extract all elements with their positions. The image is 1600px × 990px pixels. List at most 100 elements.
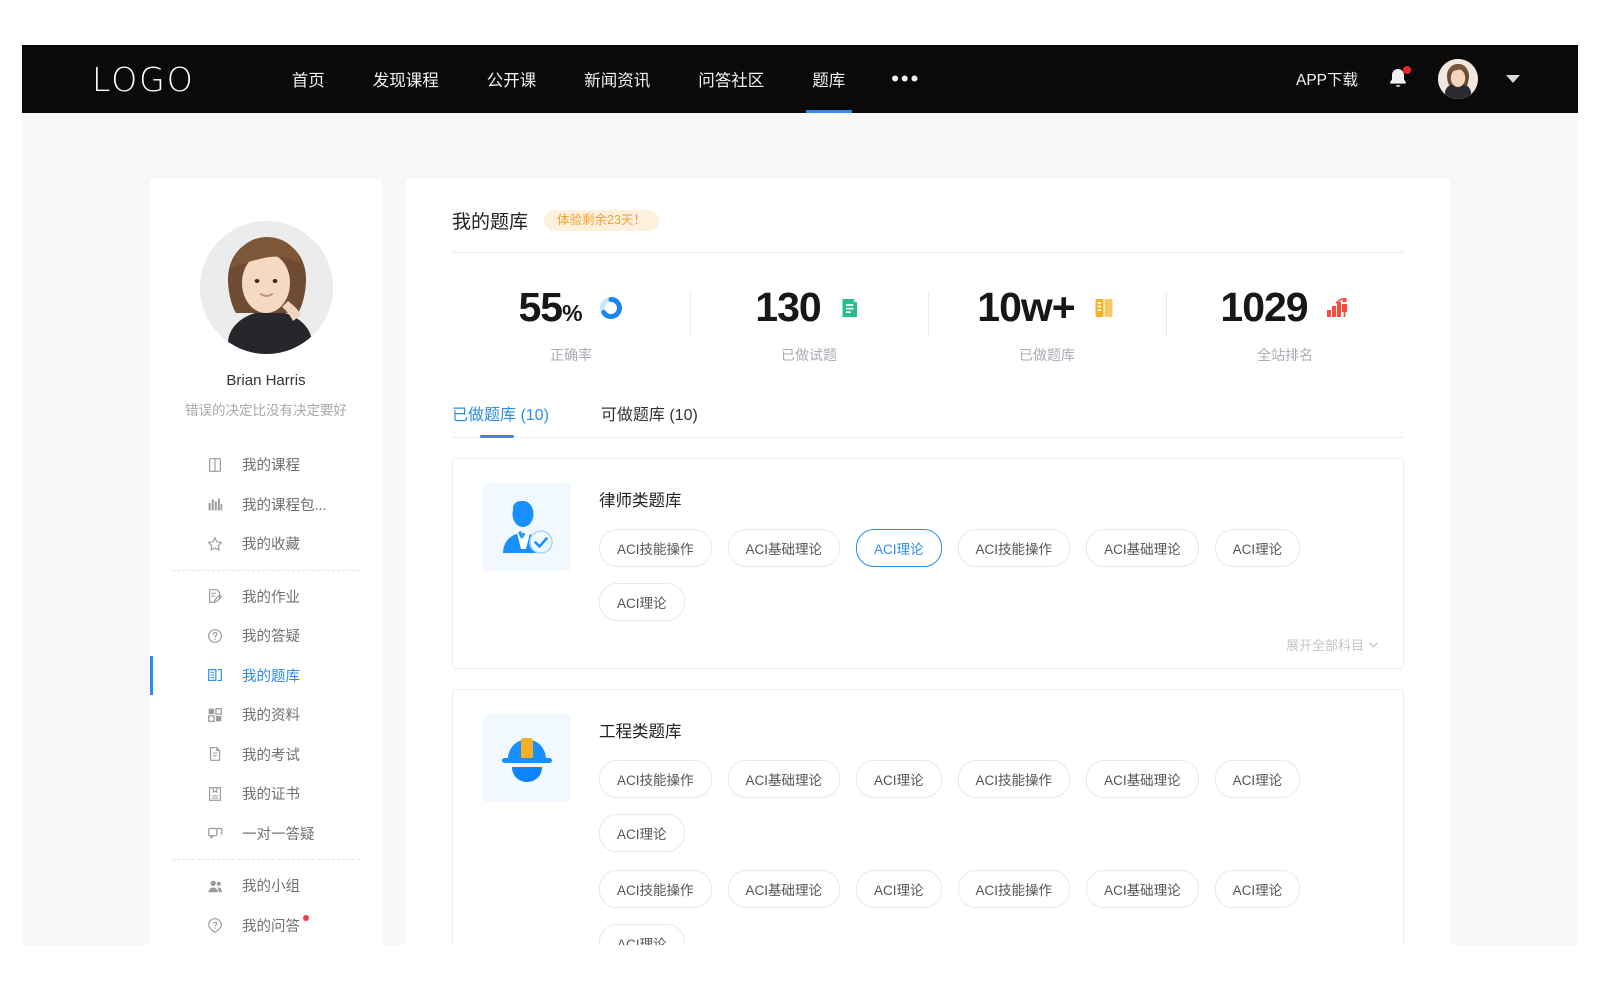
page-title: 我的题库 xyxy=(452,207,528,234)
subject-tag[interactable]: ACI理论 xyxy=(1215,760,1301,798)
chevron-down-icon[interactable] xyxy=(1506,75,1520,83)
donut-chart-icon xyxy=(598,295,624,321)
sidebar-item-6[interactable]: 我的题库 xyxy=(150,656,382,696)
sidebar-item-2[interactable]: 我的课程包... xyxy=(150,485,382,525)
subject-tag[interactable]: ACI理论 xyxy=(599,814,685,852)
subject-tag[interactable]: ACI技能操作 xyxy=(958,870,1071,908)
avatar-image xyxy=(200,221,333,354)
subject-tag[interactable]: ACI基础理论 xyxy=(728,760,841,798)
subject-tag[interactable]: ACI理论 xyxy=(599,924,685,945)
engineer-helmet-icon xyxy=(495,726,559,790)
subject-tag[interactable]: ACI基础理论 xyxy=(728,870,841,908)
site-logo[interactable]: LOGO xyxy=(92,60,195,99)
sidebar-item-9[interactable]: 我的证书 xyxy=(150,774,382,814)
subject-tag[interactable]: ACI基础理论 xyxy=(1086,760,1199,798)
nav-item-6[interactable]: 题库 xyxy=(812,45,845,113)
sidebar-item-1[interactable]: 我的课程 xyxy=(150,445,382,485)
question-bank-icon xyxy=(206,666,224,684)
sidebar-item-7[interactable]: 我的资料 xyxy=(150,695,382,735)
nav-item-5[interactable]: 问答社区 xyxy=(698,45,764,113)
sidebar-item-label: 我的考试 xyxy=(242,744,300,765)
stats-row: 55% 正确率130 已做试题10w+ 已做题库1029 全站排名 xyxy=(452,253,1404,379)
question-bank-card: 工程类题库 ACI技能操作 ACI基础理论 ACI理论 ACI技能操作 ACI基础理论 AC… xyxy=(452,689,1404,945)
sidebar-item-4[interactable]: 我的作业 xyxy=(150,577,382,617)
sidebar-item-8[interactable]: 我的考试 xyxy=(150,735,382,775)
subject-tag[interactable]: ACI技能操作 xyxy=(599,760,712,798)
stat-label: 已做试题 xyxy=(781,345,837,365)
qa-icon xyxy=(206,916,224,934)
header-avatar[interactable] xyxy=(1438,59,1478,99)
subject-tag[interactable]: ACI基础理论 xyxy=(728,529,841,567)
toggle-all-subjects-button[interactable]: 展开全部科目 xyxy=(1286,635,1379,654)
sidebar-item-label: 我的小组 xyxy=(242,875,300,896)
subject-tag[interactable]: ACI理论 xyxy=(856,760,942,798)
sidebar-item-label: 我的题库 xyxy=(242,665,300,686)
subject-tag[interactable]: ACI技能操作 xyxy=(958,529,1071,567)
stat-label: 全站排名 xyxy=(1257,345,1313,365)
subject-tag[interactable]: ACI理论 xyxy=(1215,529,1301,567)
card-body: 律师类题库 ACI技能操作 ACI基础理论 ACI理论 ACI技能操作 ACI基础理论 AC… xyxy=(599,483,1379,658)
group-icon xyxy=(206,877,224,895)
subject-tag[interactable]: ACI理论 xyxy=(856,870,942,908)
nav-item-3[interactable]: 公开课 xyxy=(487,45,537,113)
subject-tag[interactable]: ACI基础理论 xyxy=(1086,529,1199,567)
notification-badge-dot xyxy=(1403,66,1411,74)
profile-sidebar: Brian Harris 错误的决定比没有决定要好 我的课程我的课程包...我的… xyxy=(150,179,382,945)
card-body: 工程类题库 ACI技能操作 ACI基础理论 ACI理论 ACI技能操作 ACI基础理论 AC… xyxy=(599,714,1379,945)
sidebar-item-3[interactable]: 我的收藏 xyxy=(150,524,382,564)
tab-divider xyxy=(452,437,1404,438)
sidebar-divider xyxy=(172,570,360,571)
subject-tag[interactable]: ACI理论 xyxy=(1215,870,1301,908)
sidebar-item-12[interactable]: 我的问答 xyxy=(150,906,382,946)
main-nav-links: 首页发现课程公开课新闻资讯问答社区题库 xyxy=(268,45,870,113)
bars-icon xyxy=(206,495,224,513)
chat-icon xyxy=(206,824,224,842)
toggle-all-label: 展开全部科目 xyxy=(1286,635,1364,654)
qa-icon xyxy=(206,916,224,934)
sidebar-item-5[interactable]: 我的答疑 xyxy=(150,616,382,656)
star-icon xyxy=(206,535,224,553)
sidebar-item-10[interactable]: 一对一答疑 xyxy=(150,814,382,854)
stat-number: 55 xyxy=(518,284,562,330)
subject-tag[interactable]: ACI理论 xyxy=(599,583,685,621)
notification-bell-button[interactable] xyxy=(1386,66,1410,92)
question-bank-card-list: 律师类题库 ACI技能操作 ACI基础理论 ACI理论 ACI技能操作 ACI基础理论 AC… xyxy=(452,458,1404,945)
subject-tag[interactable]: ACI理论 xyxy=(856,529,942,567)
document-icon xyxy=(837,295,863,321)
sidebar-avatar[interactable] xyxy=(200,221,333,354)
nav-item-1[interactable]: 首页 xyxy=(292,45,325,113)
nav-item-4[interactable]: 新闻资讯 xyxy=(584,45,650,113)
app-download-link[interactable]: APP下载 xyxy=(1296,68,1358,90)
sidebar-user-motto: 错误的决定比没有决定要好 xyxy=(150,399,382,419)
sidebar-item-11[interactable]: 我的小组 xyxy=(150,866,382,906)
tab-1[interactable]: 已做题库 (10) xyxy=(452,401,549,438)
stat-card-2: 130 已做试题 xyxy=(690,287,928,365)
sidebar-item-label: 我的课程 xyxy=(242,454,300,475)
card-title[interactable]: 律师类题库 xyxy=(599,487,1379,511)
material-icon xyxy=(206,706,224,724)
app-window: LOGO 首页发现课程公开课新闻资讯问答社区题库 ••• APP下载 xyxy=(22,45,1578,945)
stat-card-1: 55% 正确率 xyxy=(452,287,690,365)
tab-bar: 已做题库 (10) 可做题库 (10) xyxy=(452,401,1404,438)
unread-dot xyxy=(303,915,309,921)
book-open-icon xyxy=(1091,295,1117,321)
nav-more-button[interactable]: ••• xyxy=(891,45,920,113)
subject-tag[interactable]: ACI技能操作 xyxy=(958,760,1071,798)
donut-chart-icon xyxy=(598,295,624,321)
sidebar-menu: 我的课程我的课程包...我的收藏我的作业我的答疑我的题库我的资料我的考试我的证书… xyxy=(150,445,382,945)
subject-tag[interactable]: ACI技能操作 xyxy=(599,870,712,908)
page-root: LOGO 首页发现课程公开课新闻资讯问答社区题库 ••• APP下载 xyxy=(0,0,1600,990)
tab-2[interactable]: 可做题库 (10) xyxy=(601,401,698,438)
stat-label: 正确率 xyxy=(550,345,592,365)
main-panel: 我的题库 体验剩余23天！ 55% 正确率130 已做试题10w+ 已做题库10… xyxy=(406,179,1450,945)
subject-tag[interactable]: ACI技能操作 xyxy=(599,529,712,567)
chevron-down-icon xyxy=(1368,639,1379,650)
certificate-icon xyxy=(206,785,224,803)
question-circle-icon xyxy=(206,627,224,645)
book-icon xyxy=(206,456,224,474)
card-title[interactable]: 工程类题库 xyxy=(599,718,1379,742)
subject-tag[interactable]: ACI基础理论 xyxy=(1086,870,1199,908)
nav-item-2[interactable]: 发现课程 xyxy=(373,45,439,113)
question-bank-icon xyxy=(206,666,224,684)
stat-suffix: % xyxy=(562,300,581,326)
